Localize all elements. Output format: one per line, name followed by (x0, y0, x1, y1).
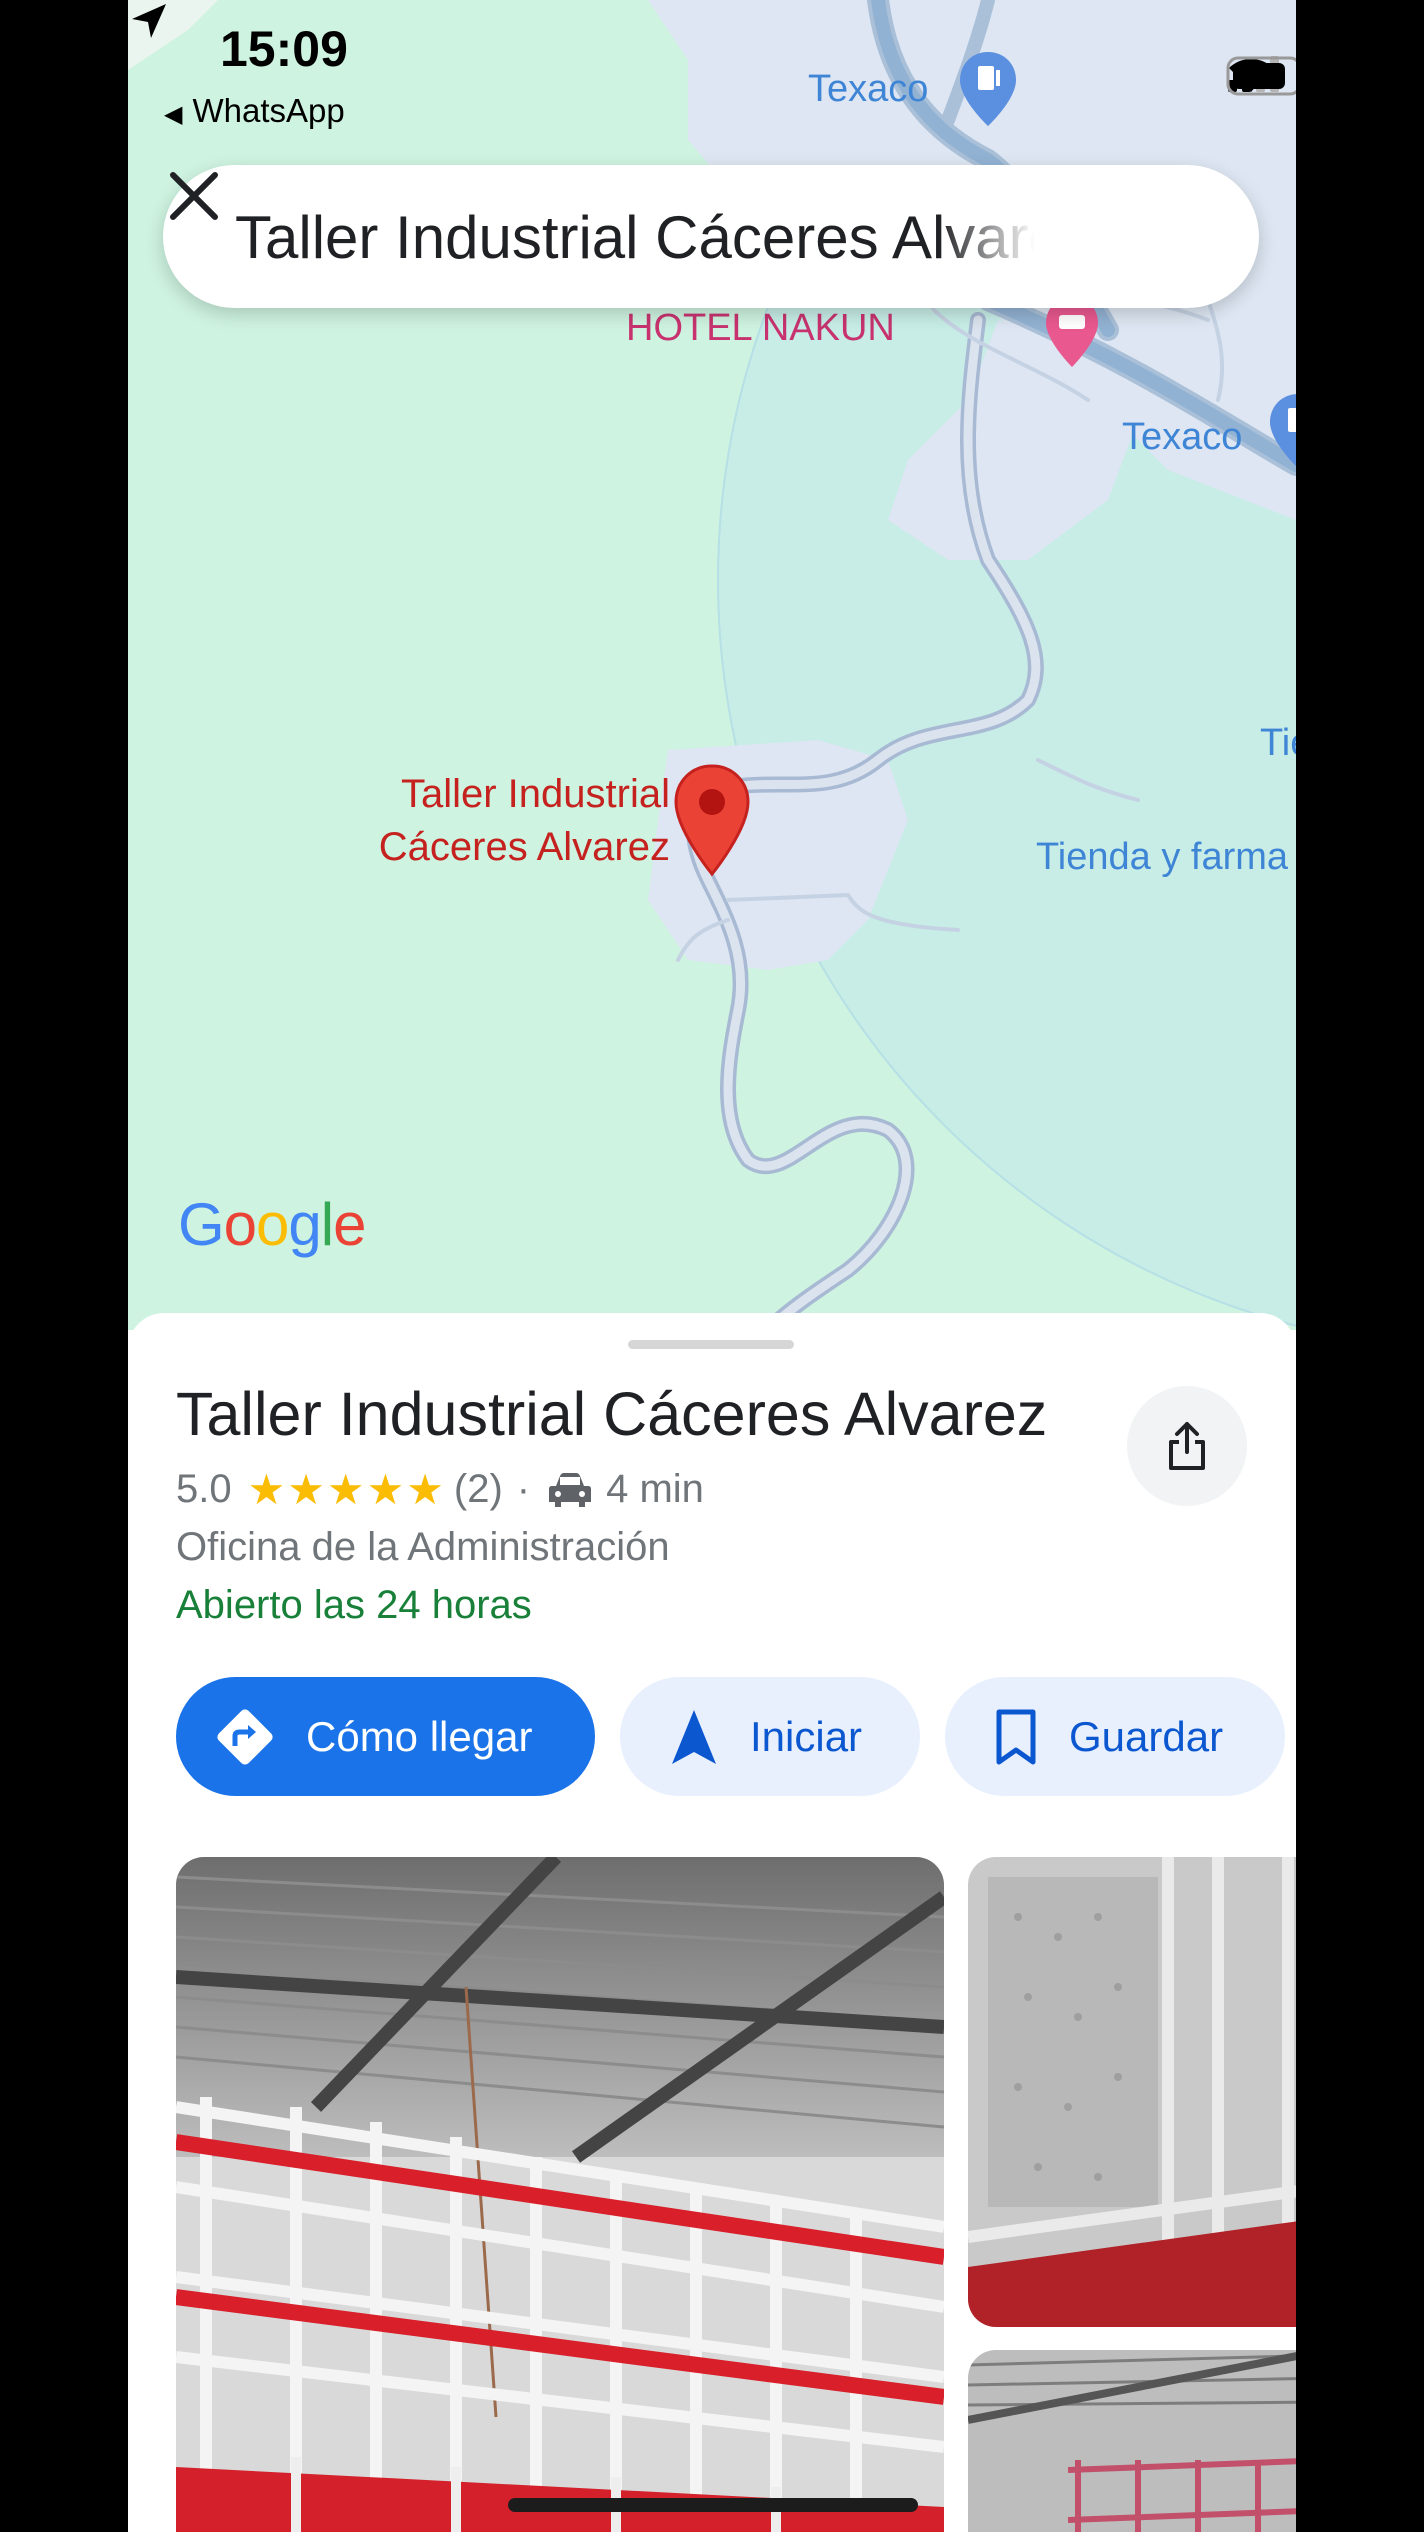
back-app-label: WhatsApp (192, 92, 345, 129)
start-button[interactable]: Iniciar (620, 1677, 920, 1796)
close-icon[interactable] (163, 165, 225, 227)
home-indicator[interactable] (508, 2498, 918, 2512)
map-label-texaco[interactable]: Texaco (808, 68, 928, 111)
start-label: Iniciar (750, 1712, 863, 1760)
back-to-app-link[interactable]: ◀ WhatsApp (164, 92, 345, 130)
drive-time: 4 min (606, 1467, 704, 1511)
photo-side-1[interactable] (968, 1857, 1296, 2327)
place-category: Oficina de la Administración (176, 1525, 670, 1569)
directions-label: Cómo llegar (306, 1712, 533, 1760)
gas-station-pin-icon[interactable] (958, 50, 1018, 130)
rating-value: 5.0 (176, 1467, 232, 1511)
map-label-texaco-right[interactable]: Texaco (1122, 416, 1242, 459)
rating-row[interactable]: 5.0 ★★★★★ (2) · 4 min (176, 1465, 704, 1514)
marker-label: Taller Industrial Cáceres Alvarez (348, 768, 670, 874)
directions-icon (214, 1706, 276, 1768)
battery-icon (1226, 56, 1296, 96)
place-sheet[interactable]: Taller Industrial Cáceres Alvarez 5.0 ★★… (128, 1313, 1296, 2532)
photo-main[interactable] (176, 1857, 944, 2532)
google-logo: Google (178, 1191, 367, 1258)
action-buttons: Cómo llegar Iniciar Guardar (176, 1677, 1285, 1796)
review-count[interactable]: (2) (454, 1467, 503, 1512)
map-label-tienda[interactable]: Tienda y farma (1036, 836, 1288, 879)
search-input[interactable]: Taller Industrial Cáceres Alvarez (235, 203, 1035, 272)
status-time: 15:09 (220, 21, 348, 77)
map-label-hotel[interactable]: HOTEL NAKUN (626, 307, 895, 350)
back-triangle-icon: ◀ (164, 101, 183, 128)
marker-label-line2: Cáceres Alvarez (378, 825, 670, 869)
marker-label-line1: Taller Industrial (400, 772, 670, 816)
place-marker-icon[interactable] (672, 762, 752, 880)
phone-screen: Texaco Texaco HOTEL NAKUN Tie Tienda y f… (128, 0, 1296, 2532)
place-title: Taller Industrial Cáceres Alvarez (176, 1380, 1048, 1448)
save-button[interactable]: Guardar (945, 1677, 1285, 1796)
map-label-tie[interactable]: Tie (1260, 722, 1296, 765)
opening-hours[interactable]: Abierto las 24 horas (176, 1583, 532, 1628)
bookmark-icon (993, 1708, 1039, 1766)
save-label: Guardar (1069, 1712, 1224, 1760)
car-icon (548, 1472, 592, 1508)
gas-station-pin-icon-right[interactable] (1268, 392, 1296, 472)
map-view[interactable]: Texaco Texaco HOTEL NAKUN Tie Tienda y f… (128, 0, 1296, 1330)
location-arrow-icon (132, 4, 166, 38)
rating-stars: ★★★★★ (247, 1466, 446, 1513)
share-icon (1169, 1422, 1205, 1470)
share-button[interactable] (1127, 1386, 1247, 1506)
navigation-arrow-icon (668, 1708, 720, 1766)
separator-dot: · (516, 1467, 531, 1511)
search-bar[interactable]: Taller Industrial Cáceres Alvarez (163, 165, 1259, 308)
photo-side-2[interactable] (968, 2350, 1296, 2532)
directions-button[interactable]: Cómo llegar (176, 1677, 595, 1796)
sheet-drag-handle[interactable] (628, 1340, 794, 1349)
